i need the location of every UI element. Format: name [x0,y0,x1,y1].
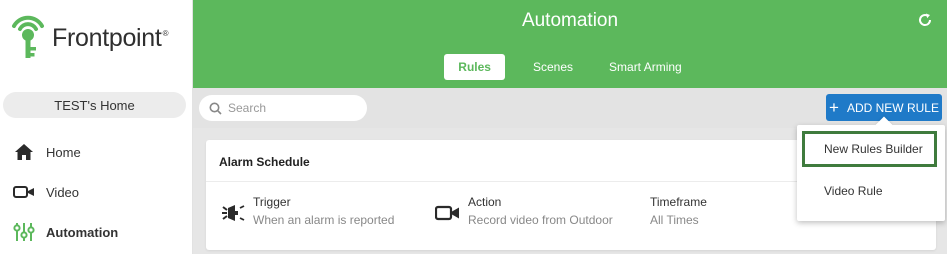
search-box[interactable] [199,95,367,121]
add-new-rule-label: ADD NEW RULE [846,100,939,115]
menu-item-new-rules-builder[interactable]: New Rules Builder [802,131,937,167]
alarm-siren-icon [222,205,245,221]
automation-tabs: Rules Scenes Smart Arming [193,54,947,80]
add-rule-menu: New Rules Builder Video Rule [797,116,945,221]
tab-scenes[interactable]: Scenes [519,54,587,80]
search-input[interactable] [228,101,348,115]
sidebar-item-video[interactable]: Video [0,177,193,207]
page-header: Automation Rules Scenes Smart Arming [193,0,947,88]
sidebar-item-label: Home [46,144,81,160]
sidebar-item-home[interactable]: Home [0,137,193,167]
sidebar-item-label: Video [46,184,80,200]
action-label: Action [468,195,502,209]
rules-toolbar: + ADD NEW RULE [193,88,947,128]
timeframe-value: All Times [650,213,699,227]
trigger-label: Trigger [253,195,291,209]
timeframe-label: Timeframe [650,195,707,209]
brand-name: Frontpoint® [52,23,169,52]
video-camera-icon [12,182,36,202]
refresh-icon[interactable] [917,12,933,28]
house-icon [12,142,36,162]
brand-logo[interactable]: Frontpoint® [10,8,190,64]
home-selector[interactable]: TEST's Home [3,92,186,118]
tab-rules[interactable]: Rules [444,54,505,80]
tab-smart-arming[interactable]: Smart Arming [595,54,696,80]
sliders-icon [12,222,36,242]
page-title: Automation [521,10,619,31]
rule-title: Alarm Schedule [219,155,310,169]
sidebar-item-label: Automation [46,224,119,240]
sidebar: Frontpoint® TEST's Home Home Video Autom… [0,0,193,254]
plus-icon: + [829,98,839,117]
menu-item-video-rule[interactable]: Video Rule [797,173,945,209]
video-camera-icon [435,205,459,221]
search-icon [209,102,222,115]
trigger-value: When an alarm is reported [253,213,395,227]
sidebar-item-automation[interactable]: Automation [0,217,193,247]
key-logo-icon [12,15,44,58]
action-value: Record video from Outdoor [468,213,613,227]
